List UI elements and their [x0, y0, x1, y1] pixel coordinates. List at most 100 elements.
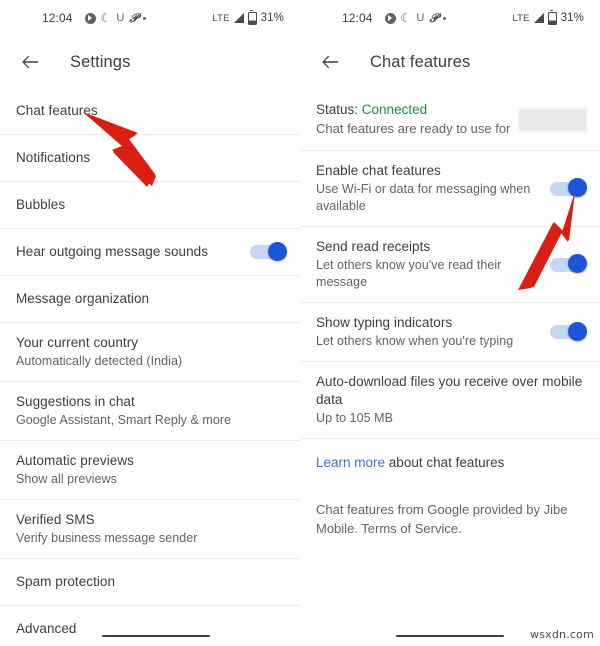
back-arrow-icon[interactable] [18, 50, 42, 74]
row-texts: Verified SMS Verify business message sen… [16, 500, 284, 558]
connection-status-block: Status: Connected Chat features are read… [300, 88, 600, 150]
row-title: Suggestions in chat [16, 394, 135, 409]
row-subtitle: Google Assistant, Smart Reply & more [16, 413, 232, 427]
settings-row-hear-outgoing-message-sounds[interactable]: Hear outgoing message sounds [0, 228, 300, 275]
learn-more-line: Learn more about chat features [316, 453, 584, 472]
settings-row-spam-protection[interactable]: Spam protection [0, 558, 300, 605]
toggle-show-typing-indicators[interactable] [550, 321, 587, 341]
left-phone-screen: 12:04 ☾ U 𝒫 LTE 31% Settings Chat featur… [0, 0, 300, 646]
learn-more-link[interactable]: Learn more [316, 455, 385, 470]
u-letter-icon: U [416, 11, 425, 24]
status-bar-right-group: LTE 31% [212, 9, 284, 25]
row-title: Show typing indicators [316, 315, 453, 330]
row-texts: Notifications [16, 135, 284, 181]
toggle-hear-outgoing-message-sounds[interactable] [250, 241, 287, 261]
row-texts: Bubbles [16, 182, 284, 228]
row-texts: Your current country Automatically detec… [16, 323, 284, 381]
row-title: Message organization [16, 291, 150, 306]
redacted-phone-number [519, 109, 587, 131]
settings-row-automatic-previews[interactable]: Automatic previews Show all previews [0, 440, 300, 499]
home-indicator [102, 634, 210, 637]
status-bar-left-group: 12:04 ☾ U 𝒫 [42, 11, 147, 25]
status-bar-left: 12:04 ☾ U 𝒫 LTE 31% [0, 0, 300, 36]
swirl-icon: 𝒫 [429, 11, 439, 25]
page-title: Settings [70, 52, 131, 71]
status-description-text: Chat features are ready to use for [316, 121, 511, 136]
row-subtitle: Automatically detected (India) [16, 354, 183, 368]
settings-row-show-typing-indicators[interactable]: Show typing indicators Let others know w… [300, 302, 600, 361]
signal-strength-icon [233, 13, 244, 23]
row-texts: Hear outgoing message sounds [16, 229, 240, 275]
battery-icon [547, 9, 557, 25]
network-type-label: LTE [212, 12, 230, 24]
battery-percent-label: 31% [260, 12, 284, 24]
settings-row-send-read-receipts[interactable]: Send read receipts Let others know you'v… [300, 226, 600, 302]
row-texts: Advanced [16, 606, 284, 646]
row-subtitle: Show all previews [16, 472, 117, 486]
settings-row-chat-features[interactable]: Chat features [0, 88, 300, 134]
status-bar-right: 12:04 ☾ U 𝒫 LTE 31% [300, 0, 600, 36]
row-texts: Auto-download files you receive over mob… [316, 362, 584, 438]
page-title: Chat features [370, 52, 471, 71]
status-badge: Connected [361, 102, 428, 117]
home-indicator [396, 634, 504, 637]
toggle-knob [568, 254, 587, 273]
do-not-disturb-moon-icon: ☾ [100, 11, 112, 25]
status-bar-clock: 12:04 [42, 11, 73, 25]
do-not-disturb-moon-icon: ☾ [400, 11, 412, 25]
back-arrow-icon[interactable] [318, 50, 342, 74]
row-texts: Enable chat features Use Wi-Fi or data f… [316, 151, 540, 226]
watermark: wsxdn.com [530, 628, 594, 641]
toggle-enable-chat-features[interactable] [550, 178, 587, 197]
row-title: Notifications [16, 150, 91, 165]
dot-icon [143, 16, 147, 20]
signal-strength-icon [533, 13, 544, 23]
learn-more-rest: about chat features [385, 455, 505, 470]
row-title: Verified SMS [16, 512, 95, 527]
app-bar-right: Chat features [300, 36, 600, 88]
toggle-send-read-receipts[interactable] [550, 254, 587, 273]
settings-row-auto-download-files[interactable]: Auto-download files you receive over mob… [300, 361, 600, 438]
row-texts: Message organization [16, 276, 284, 322]
row-title: Spam protection [16, 574, 116, 589]
toggle-knob [568, 321, 587, 341]
row-subtitle: Up to 105 MB [316, 411, 394, 425]
settings-row-suggestions-in-chat[interactable]: Suggestions in chat Google Assistant, Sm… [0, 381, 300, 440]
status-bar-clock: 12:04 [342, 11, 373, 25]
status-label: Status: [316, 102, 359, 117]
status-bar-left-group: 12:04 ☾ U 𝒫 [342, 11, 447, 25]
row-texts: Automatic previews Show all previews [16, 441, 284, 499]
row-title: Bubbles [16, 197, 66, 212]
row-subtitle: Use Wi-Fi or data for messaging when ava… [316, 182, 531, 213]
row-texts: Send read receipts Let others know you'v… [316, 227, 540, 302]
dual-screenshot-container: 12:04 ☾ U 𝒫 LTE 31% Settings Chat featur… [0, 0, 600, 646]
row-title: Enable chat features [316, 163, 441, 178]
right-phone-screen: 12:04 ☾ U 𝒫 LTE 31% Chat features Status… [300, 0, 600, 646]
status-description: Chat features are ready to use for [316, 109, 587, 138]
play-store-icon [84, 12, 96, 24]
settings-row-message-organization[interactable]: Message organization [0, 275, 300, 322]
u-letter-icon: U [116, 11, 125, 24]
row-title: Auto-download files you receive over mob… [316, 374, 583, 407]
toggle-knob [268, 241, 287, 261]
app-bar-left: Settings [0, 36, 300, 88]
settings-row-notifications[interactable]: Notifications [0, 134, 300, 181]
settings-row-enable-chat-features[interactable]: Enable chat features Use Wi-Fi or data f… [300, 150, 600, 226]
settings-row-advanced[interactable]: Advanced [0, 605, 300, 646]
battery-percent-label: 31% [560, 12, 584, 24]
settings-row-bubbles[interactable]: Bubbles [0, 181, 300, 228]
row-subtitle: Let others know when you're typing [316, 334, 514, 348]
settings-row-your-current-country[interactable]: Your current country Automatically detec… [0, 322, 300, 381]
row-title: Automatic previews [16, 453, 134, 468]
settings-row-verified-sms[interactable]: Verified SMS Verify business message sen… [0, 499, 300, 558]
chat-features-list: Status: Connected Chat features are read… [300, 88, 600, 538]
row-texts: Chat features [16, 88, 284, 134]
row-subtitle: Let others know you've read their messag… [316, 258, 502, 289]
row-texts: Spam protection [16, 559, 284, 605]
provider-footnote: Chat features from Google provided by Ji… [316, 502, 568, 536]
play-store-icon [384, 12, 396, 24]
status-bar-right-group: LTE 31% [512, 9, 584, 25]
row-texts: Suggestions in chat Google Assistant, Sm… [16, 382, 284, 440]
dot-icon [443, 16, 447, 20]
toggle-knob [568, 178, 587, 197]
